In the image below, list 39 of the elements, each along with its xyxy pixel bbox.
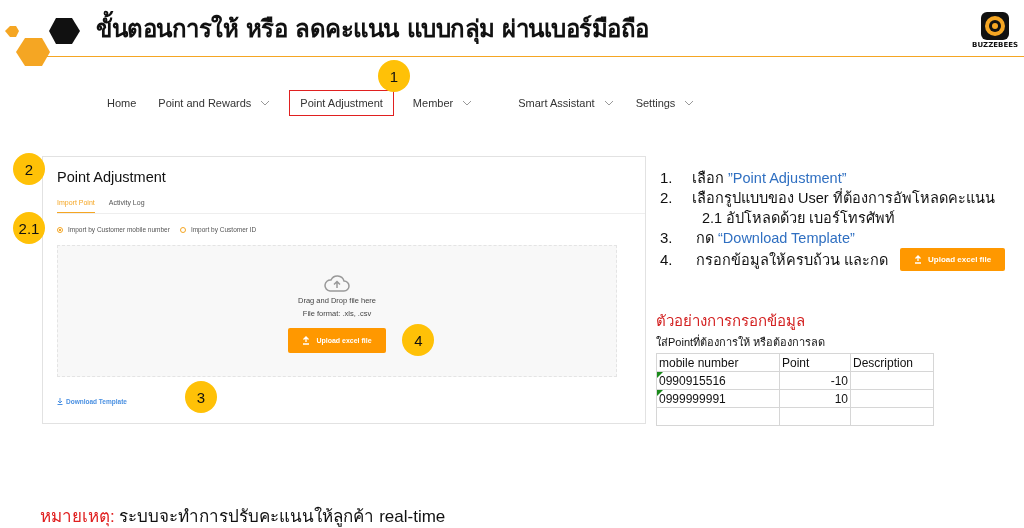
step-number: 4. xyxy=(660,249,674,270)
column-header: Description xyxy=(850,353,934,372)
nav-item[interactable]: Member xyxy=(409,90,476,116)
upload-icon xyxy=(914,255,923,264)
footnote: หมายเหตุ: ระบบจะทำการปรับคะแนนให้ลูกค้า real-time xyxy=(40,505,446,528)
radio-button[interactable] xyxy=(57,226,63,233)
step-number: 1. xyxy=(660,168,674,188)
nav-item[interactable]: Point Adjustment xyxy=(289,90,394,116)
sub-step-text: 2.1 อัปโหลดด้วย เบอร์โทรศัพท์ xyxy=(702,209,897,228)
table-cell: 10 xyxy=(779,389,851,408)
step-badge: 2.1 xyxy=(13,212,45,244)
logo-icon xyxy=(980,11,1011,41)
table-cell: -10 xyxy=(779,371,851,390)
nav-item[interactable]: Settings xyxy=(632,90,698,116)
step-badge: 2 xyxy=(13,153,45,185)
step-badge: 1 xyxy=(377,60,410,92)
radio-button[interactable] xyxy=(179,226,186,233)
nav-item[interactable]: Point and Rewards xyxy=(155,90,274,116)
upload-icon xyxy=(302,336,311,345)
panel-title: Point Adjustment xyxy=(57,169,167,185)
column-header: mobile number xyxy=(656,353,780,372)
table-cell: 0990915516 xyxy=(656,371,780,390)
example-note: ใส่Pointที่ต้องการให้ หรือต้องการลด xyxy=(656,333,827,350)
step-text: เลือก ”Point Adjustment” xyxy=(692,169,847,188)
cloud-upload-icon xyxy=(324,274,350,292)
slide-title: ขั้นตอนการให้ หรือ ลดคะแนน แบบกลุ่ม ผ่านเบอร์มือถือ xyxy=(96,8,973,48)
table-cell: 0999999991 xyxy=(656,389,780,408)
step-number: 3. xyxy=(660,228,674,248)
nav-item[interactable]: Home xyxy=(104,90,140,116)
nav-item[interactable]: Smart Assistant xyxy=(515,90,617,116)
step-text: กด “Download Template” xyxy=(696,229,855,248)
column-header: Point xyxy=(779,353,851,372)
step-badge: 4 xyxy=(402,324,435,356)
step-text: เลือกรูปแบบของ User ที่ต้องการอัพโหลดคะแนน xyxy=(692,188,995,208)
step-badge: 3 xyxy=(185,381,217,413)
example-heading: ตัวอย่างการกรอกข้อมูล xyxy=(656,311,806,332)
download-icon xyxy=(57,398,63,405)
step-number: 2. xyxy=(660,188,674,208)
step-text: กรอกข้อมูลให้ครบถ้วน และกด xyxy=(696,250,889,270)
